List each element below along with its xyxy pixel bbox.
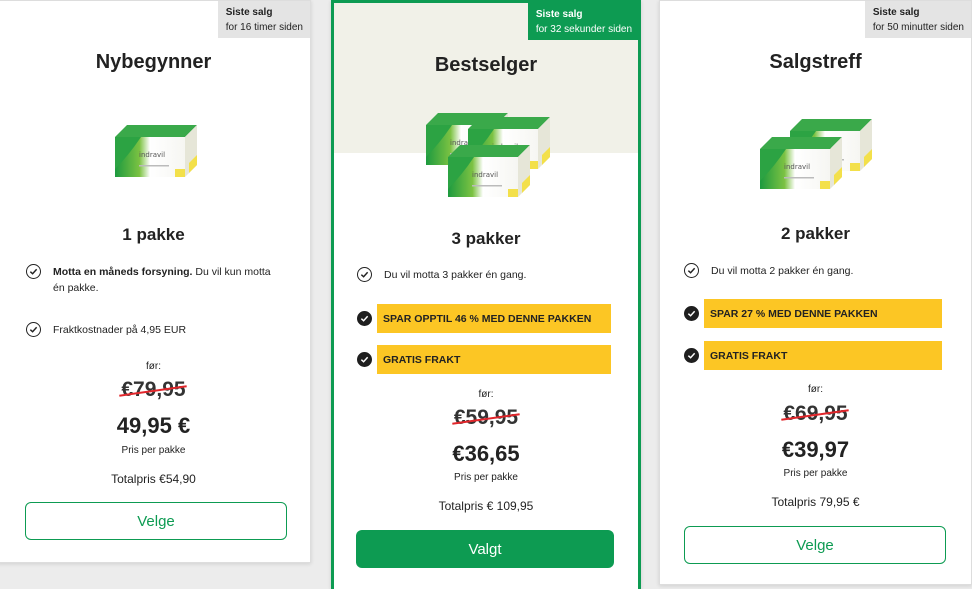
feature-item: Fraktkostnader på 4,95 EUR xyxy=(26,322,276,338)
old-price: €59,95 xyxy=(453,406,519,429)
before-label: før: xyxy=(808,384,823,395)
feature-bold-text: Motta en måneds forsyning. xyxy=(53,266,193,278)
product-box-image xyxy=(426,113,550,197)
check-circle-icon xyxy=(684,263,699,278)
highlight-item: SPAR OPPTIL 46 % MED DENNE PAKKEN xyxy=(357,304,617,333)
select-button[interactable]: Velge xyxy=(25,502,287,540)
highlight-item: GRATIS FRAKT xyxy=(357,345,617,374)
old-price: €79,95 xyxy=(121,378,186,401)
feature-text: Du vil motta 3 pakker én gang. xyxy=(384,269,527,281)
card-title: Nybegynner xyxy=(95,51,212,73)
free-shipping-highlight: GRATIS FRAKT xyxy=(377,345,611,374)
product-box-image xyxy=(760,119,872,189)
package-card-nybegynner: Siste salg for 16 timer siden Nybegynner… xyxy=(0,0,311,563)
badge-title: Siste salg xyxy=(872,7,920,18)
current-price: €39,97 xyxy=(781,437,850,462)
badge-time: for 16 timer siden xyxy=(225,22,303,33)
savings-highlight: SPAR 27 % MED DENNE PAKKEN xyxy=(704,299,942,328)
before-label: før: xyxy=(146,361,161,372)
check-circle-icon xyxy=(684,348,699,363)
card-title: Bestselger xyxy=(434,54,538,76)
check-circle-icon xyxy=(357,267,372,282)
package-card-bestselger: Siste salg for 32 sekunder siden Bestsel… xyxy=(331,0,641,589)
recent-sale-badge: Siste salg for 50 minutter siden xyxy=(864,1,971,38)
pack-count: 3 pakker xyxy=(451,229,521,248)
badge-time: for 50 minutter siden xyxy=(872,22,964,33)
recent-sale-badge: Siste salg for 32 sekunder siden xyxy=(527,3,639,40)
selected-button[interactable]: Valgt xyxy=(356,530,614,568)
total-price: Totalpris € 109,95 xyxy=(438,499,534,513)
select-button[interactable]: Velge xyxy=(684,526,946,564)
feature-item: Motta en måneds forsyning. Du vil kun mo… xyxy=(26,264,276,296)
check-circle-icon xyxy=(357,311,372,326)
total-price: Totalpris 79,95 € xyxy=(771,495,860,509)
savings-highlight: SPAR OPPTIL 46 % MED DENNE PAKKEN xyxy=(377,304,611,333)
current-price: 49,95 € xyxy=(116,413,191,438)
pack-count: 2 pakker xyxy=(781,224,850,243)
old-price: €69,95 xyxy=(783,402,848,425)
check-circle-icon xyxy=(26,264,41,279)
card-title: Salgstreff xyxy=(769,51,862,73)
feature-item: Du vil motta 2 pakker én gang. xyxy=(684,263,944,279)
before-label: før: xyxy=(478,389,494,400)
check-circle-icon xyxy=(26,322,41,337)
feature-text: Fraktkostnader på 4,95 EUR xyxy=(53,324,187,336)
pack-count: 1 pakke xyxy=(122,225,185,244)
feature-item: Du vil motta 3 pakker én gang. xyxy=(357,267,617,283)
current-price: €36,65 xyxy=(452,441,520,466)
check-circle-icon xyxy=(684,306,699,321)
free-shipping-highlight: GRATIS FRAKT xyxy=(704,341,942,370)
package-card-salgstreff: Siste salg for 50 minutter siden Salgstr… xyxy=(659,0,972,585)
highlight-item: GRATIS FRAKT xyxy=(684,341,954,370)
highlight-item: SPAR 27 % MED DENNE PAKKEN xyxy=(684,299,954,328)
per-pack-label: Pris per pakke xyxy=(454,472,518,483)
per-pack-label: Pris per pakke xyxy=(121,445,186,456)
per-pack-label: Pris per pakke xyxy=(783,468,848,479)
recent-sale-badge: Siste salg for 16 timer siden xyxy=(217,1,310,38)
product-box-image xyxy=(115,125,197,177)
feature-text: Du vil motta 2 pakker én gang. xyxy=(711,265,854,277)
badge-title: Siste salg xyxy=(535,9,583,20)
badge-time: for 32 sekunder siden xyxy=(535,24,632,35)
badge-title: Siste salg xyxy=(225,7,273,18)
check-circle-icon xyxy=(357,352,372,367)
total-price: Totalpris €54,90 xyxy=(111,472,196,486)
